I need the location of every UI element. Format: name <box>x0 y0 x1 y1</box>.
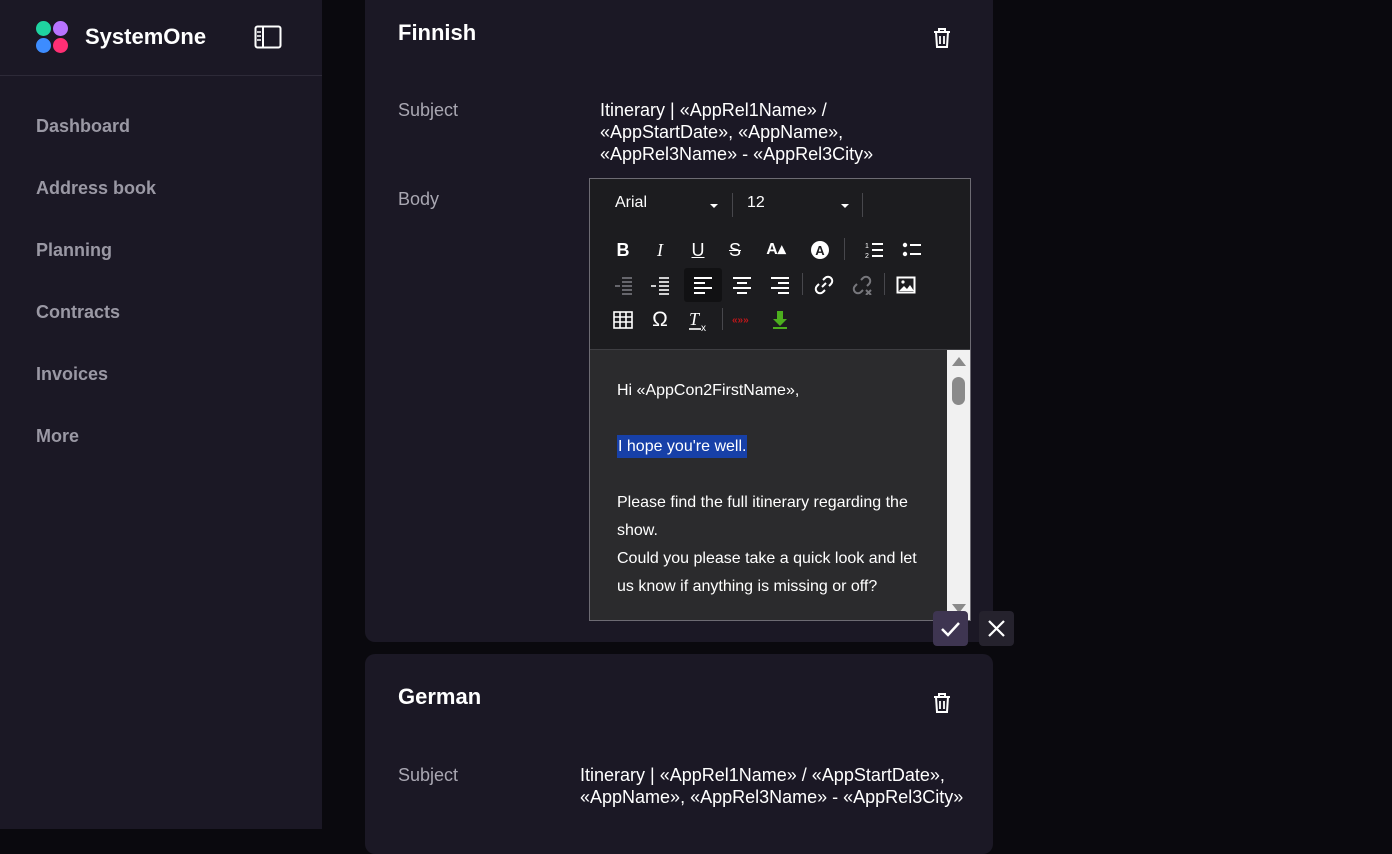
sidebar: SystemOne Dashboard Address book Plannin… <box>0 0 322 829</box>
language-title: Finnish <box>398 20 477 45</box>
sidebar-toggle-icon[interactable] <box>254 25 282 49</box>
font-size-select[interactable]: 12 <box>747 194 765 212</box>
align-center-icon[interactable] <box>728 271 756 299</box>
svg-text:«»»: «»» <box>732 315 749 326</box>
outdent-icon[interactable] <box>609 271 637 299</box>
svg-text:x: x <box>701 323 706 332</box>
body-line-selected: I hope you're well. <box>617 435 748 458</box>
ordered-list-icon[interactable]: 12 <box>860 236 888 264</box>
app-name: SystemOne <box>85 24 207 49</box>
scroll-thumb[interactable] <box>952 377 965 405</box>
merge-field-icon[interactable]: «»» <box>728 306 756 334</box>
font-family-select[interactable]: Arial <box>615 194 647 212</box>
sidebar-item-invoices[interactable]: Invoices <box>36 362 156 424</box>
chevron-down-icon[interactable] <box>841 204 849 208</box>
link-icon[interactable] <box>810 271 838 299</box>
chevron-down-icon[interactable] <box>710 204 718 208</box>
bullet-list-icon[interactable] <box>898 236 926 264</box>
underline-button[interactable]: U <box>684 236 712 264</box>
systemone-logo[interactable] <box>36 21 70 54</box>
sidebar-item-dashboard[interactable]: Dashboard <box>36 114 156 176</box>
confirm-button[interactable] <box>933 611 968 646</box>
subject-value[interactable]: Itinerary | «AppRel1Name» / «AppStartDat… <box>580 764 965 808</box>
editor-body-text[interactable]: Hi «AppCon2FirstName», I hope you're wel… <box>617 377 927 601</box>
svg-text:T: T <box>689 310 701 329</box>
sidebar-item-contracts[interactable]: Contracts <box>36 300 156 362</box>
sidebar-item-address-book[interactable]: Address book <box>36 176 156 238</box>
sidebar-nav: Dashboard Address book Planning Contract… <box>36 114 156 486</box>
unlink-icon[interactable] <box>848 271 876 299</box>
template-card-finnish: Finnish Subject Itinerary | «AppRel1Name… <box>365 0 1014 646</box>
cancel-button[interactable] <box>979 611 1014 646</box>
subject-value[interactable]: Itinerary | «AppRel1Name» / «AppStartDat… <box>600 99 890 165</box>
align-left-icon[interactable] <box>684 268 722 302</box>
svg-text:A: A <box>815 243 825 258</box>
divider <box>732 193 733 217</box>
highlight-color-icon[interactable]: A <box>806 236 834 264</box>
main-content: Finnish Subject Itinerary | «AppRel1Name… <box>322 0 1392 854</box>
body-line: Hi «AppCon2FirstName», <box>617 382 800 399</box>
trash-icon[interactable] <box>932 692 952 714</box>
clear-formatting-icon[interactable]: Tx <box>684 306 712 334</box>
align-right-icon[interactable] <box>766 271 794 299</box>
svg-text:1: 1 <box>865 243 869 250</box>
image-icon[interactable] <box>892 271 920 299</box>
divider <box>802 273 803 295</box>
special-character-icon[interactable]: Ω <box>646 306 674 334</box>
check-icon <box>941 622 960 637</box>
close-icon <box>988 620 1005 637</box>
svg-text:2: 2 <box>865 253 869 260</box>
editor-body[interactable]: Hi «AppCon2FirstName», I hope you're wel… <box>590 350 947 620</box>
divider <box>722 308 723 330</box>
divider <box>862 193 863 217</box>
sidebar-item-planning[interactable]: Planning <box>36 238 156 300</box>
trash-icon[interactable] <box>932 27 952 49</box>
font-color-icon[interactable]: A▴ <box>762 236 790 264</box>
sidebar-item-more[interactable]: More <box>36 424 156 486</box>
indent-icon[interactable] <box>646 271 674 299</box>
subject-label: Subject <box>398 765 459 785</box>
language-title: German <box>398 684 482 709</box>
body-label: Body <box>398 189 440 209</box>
bold-button[interactable]: B <box>609 236 637 264</box>
body-line: Please find the full itinerary regarding… <box>617 494 908 539</box>
table-icon[interactable] <box>609 306 637 334</box>
body-line: Could you please take a quick look and l… <box>617 550 917 595</box>
scroll-up-icon[interactable] <box>952 357 966 366</box>
italic-button[interactable]: I <box>646 236 674 264</box>
divider <box>844 238 845 260</box>
download-icon[interactable] <box>766 306 794 334</box>
strikethrough-button[interactable]: S <box>721 236 749 264</box>
subject-label: Subject <box>398 100 459 120</box>
divider <box>884 273 885 295</box>
template-card-german: German Subject Itinerary | «AppRel1Name»… <box>365 654 993 854</box>
editor-scrollbar[interactable] <box>947 350 970 620</box>
rich-text-editor[interactable]: Arial 12 B I U S A▴ A 12 Ω T x «»» Hi «A… <box>589 178 971 621</box>
brand-header: SystemOne <box>0 0 322 76</box>
editor-toolbar: Arial 12 B I U S A▴ A 12 Ω T x «»» <box>590 179 970 350</box>
